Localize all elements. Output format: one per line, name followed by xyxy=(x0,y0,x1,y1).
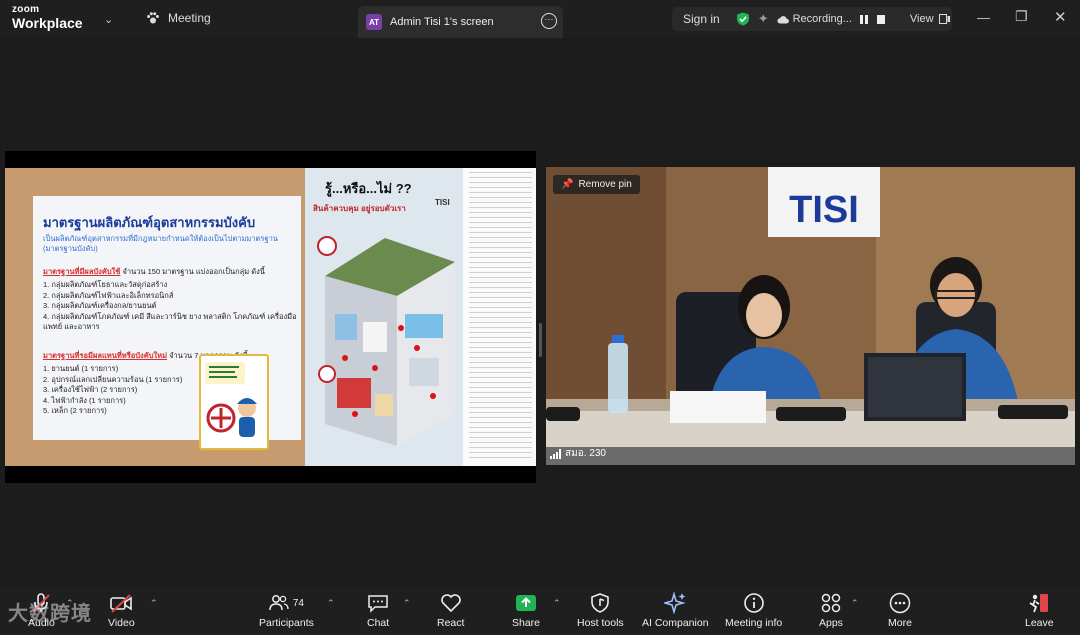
chat-label: Chat xyxy=(367,617,390,629)
host-tools-label: Host tools xyxy=(577,617,624,629)
zoom-logo[interactable]: zoom Workplace xyxy=(12,4,83,31)
screen-share-tab[interactable]: AT Admin Tisi 1's screen ··· xyxy=(358,6,563,38)
meeting-tab[interactable]: Meeting xyxy=(146,11,211,25)
more-button[interactable]: More xyxy=(888,592,912,629)
top-right-controls: Sign in ✦ Recording... View xyxy=(672,7,952,31)
recording-status[interactable]: Recording... xyxy=(777,13,852,25)
poster-image: รู้...หรือ...ไม่ ?? สินค้าควบคุม อยู่รอบ… xyxy=(305,168,465,466)
close-icon[interactable]: ✕ xyxy=(1054,8,1067,26)
watermark-logo: 大数跨境 xyxy=(8,603,92,625)
more-options-icon[interactable]: ··· xyxy=(541,13,557,29)
minimize-icon[interactable]: — xyxy=(977,10,990,25)
share-label: Share xyxy=(512,617,541,629)
list-item: 4. กลุ่มผลิตภัณฑ์โภคภัณฑ์ เคมี สีและวาร์… xyxy=(43,311,297,332)
video-button[interactable]: Video xyxy=(108,592,135,629)
participant-name: สมอ. 230 xyxy=(565,448,606,459)
shield-icon xyxy=(591,592,610,614)
meeting-stage: มาตรฐานผลิตภัณฑ์อุตสาหกรรมบังคับ เป็นผลิ… xyxy=(0,38,1080,586)
avatar: AT xyxy=(366,14,382,30)
pause-recording-button[interactable] xyxy=(859,14,868,24)
ai-companion-label: AI Companion xyxy=(642,617,709,629)
ai-sparkle-icon[interactable]: ✦ xyxy=(758,11,769,27)
share-options-caret[interactable]: ⌃ xyxy=(553,598,561,609)
sign-in-button[interactable]: Sign in xyxy=(683,12,720,26)
chat-options-caret[interactable]: ⌃ xyxy=(403,598,411,609)
slide-subtitle: เป็นผลิตภัณฑ์อุตสาหกรรมที่มีกฎหมายกำหนดใ… xyxy=(43,234,278,253)
apps-icon xyxy=(820,592,842,614)
wall-logo: TISI xyxy=(789,189,859,231)
apps-button[interactable]: Apps xyxy=(819,592,843,629)
apps-label: Apps xyxy=(819,617,843,629)
signal-bars-icon xyxy=(550,448,561,459)
remove-pin-button[interactable]: 📌 Remove pin xyxy=(553,175,640,194)
stop-recording-button[interactable] xyxy=(876,14,885,24)
title-bar: zoom Workplace ⌄ Meeting AT Admin Tisi 1… xyxy=(0,0,1080,38)
poster-title: รู้...หรือ...ไม่ ?? xyxy=(325,181,412,196)
remove-pin-label: Remove pin xyxy=(578,179,632,190)
participant-name-tag: สมอ. 230 xyxy=(550,446,606,461)
recording-label: Recording... xyxy=(792,13,852,25)
list-item: 3. กลุ่มผลิตภัณฑ์เครื่องกล/ยานยนต์ xyxy=(43,301,157,310)
list-item: 2. กลุ่มผลิตภัณฑ์ไฟฟ้าและอิเล็กทรอนิกส์ xyxy=(43,290,174,300)
shield-check-icon[interactable] xyxy=(736,12,750,26)
meeting-label: Meeting xyxy=(168,11,211,25)
brand-bottom: Workplace xyxy=(12,15,83,31)
participants-label: Participants xyxy=(259,617,314,629)
product-list-panel xyxy=(463,168,536,466)
meeting-info-label: Meeting info xyxy=(725,617,783,629)
react-label: React xyxy=(437,617,465,629)
meeting-toolbar: Audio ⌃ Video ⌃ 74 Participants ⌃ Chat ⌃… xyxy=(0,586,1080,635)
host-tools-button[interactable]: Host tools xyxy=(577,592,624,629)
chevron-down-icon[interactable]: ⌄ xyxy=(104,13,113,26)
screen-tab-title: Admin Tisi 1's screen xyxy=(390,16,494,28)
more-icon xyxy=(889,592,911,614)
brand-top: zoom xyxy=(12,4,40,15)
layout-icon xyxy=(938,14,950,24)
participants-options-caret[interactable]: ⌃ xyxy=(327,598,335,609)
video-options-caret[interactable]: ⌃ xyxy=(150,598,158,609)
slide-section1-heading: มาตรฐานที่มีผลบังคับใช้ จำนวน 150 มาตรฐา… xyxy=(43,267,265,276)
participants-count: 74 xyxy=(292,597,304,609)
shared-slide: มาตรฐานผลิตภัณฑ์อุตสาหกรรมบังคับ เป็นผลิ… xyxy=(5,168,536,466)
camera-feed: TISI xyxy=(546,167,1075,465)
paw-icon xyxy=(147,12,159,24)
list-item: 1. กลุ่มผลิตภัณฑ์โยธาและวัสดุก่อสร้าง xyxy=(43,280,168,289)
chat-button[interactable]: Chat xyxy=(367,592,389,629)
leave-icon xyxy=(1028,592,1050,614)
apps-options-caret[interactable]: ⌃ xyxy=(851,598,859,609)
video-label: Video xyxy=(108,617,135,629)
share-button[interactable]: Share xyxy=(512,592,540,629)
participants-icon: 74 xyxy=(269,592,304,614)
ai-companion-button[interactable]: AI Companion xyxy=(642,592,709,629)
slide-title: มาตรฐานผลิตภัณฑ์อุตสาหกรรมบังคับ xyxy=(43,215,256,230)
more-label: More xyxy=(888,617,912,629)
poster-brand: TISI xyxy=(435,198,450,207)
ai-sparkle-icon xyxy=(664,592,686,614)
shared-screen[interactable]: มาตรฐานผลิตภัณฑ์อุตสาหกรรมบังคับ เป็นผลิ… xyxy=(5,151,536,483)
video-tile[interactable]: TISI 📌 Remove pin สมอ. 230 xyxy=(546,167,1075,465)
poster-subtitle: สินค้าควบคุม อยู่รอบตัวเรา xyxy=(313,204,406,213)
slide-section1-list: 1. กลุ่มผลิตภัณฑ์โยธาและวัสดุก่อสร้าง 2.… xyxy=(43,280,301,333)
view-button[interactable]: View xyxy=(910,13,950,25)
restore-icon[interactable]: ❐ xyxy=(1015,8,1028,25)
share-screen-icon xyxy=(515,592,537,614)
leave-button[interactable]: Leave xyxy=(1025,592,1054,629)
split-view-handle[interactable] xyxy=(539,323,542,357)
view-label: View xyxy=(909,13,934,25)
mascot-illustration xyxy=(199,354,269,450)
participants-button[interactable]: 74 Participants xyxy=(259,592,314,629)
leave-label: Leave xyxy=(1025,617,1054,629)
heart-icon xyxy=(440,592,462,614)
meeting-info-button[interactable]: Meeting info xyxy=(725,592,782,629)
react-button[interactable]: React xyxy=(437,592,464,629)
cloud-icon xyxy=(777,15,789,23)
info-icon xyxy=(743,592,765,614)
pin-icon: 📌 xyxy=(561,179,574,190)
video-off-icon xyxy=(109,592,133,614)
house-illustration xyxy=(317,236,455,446)
chat-icon xyxy=(367,592,389,614)
